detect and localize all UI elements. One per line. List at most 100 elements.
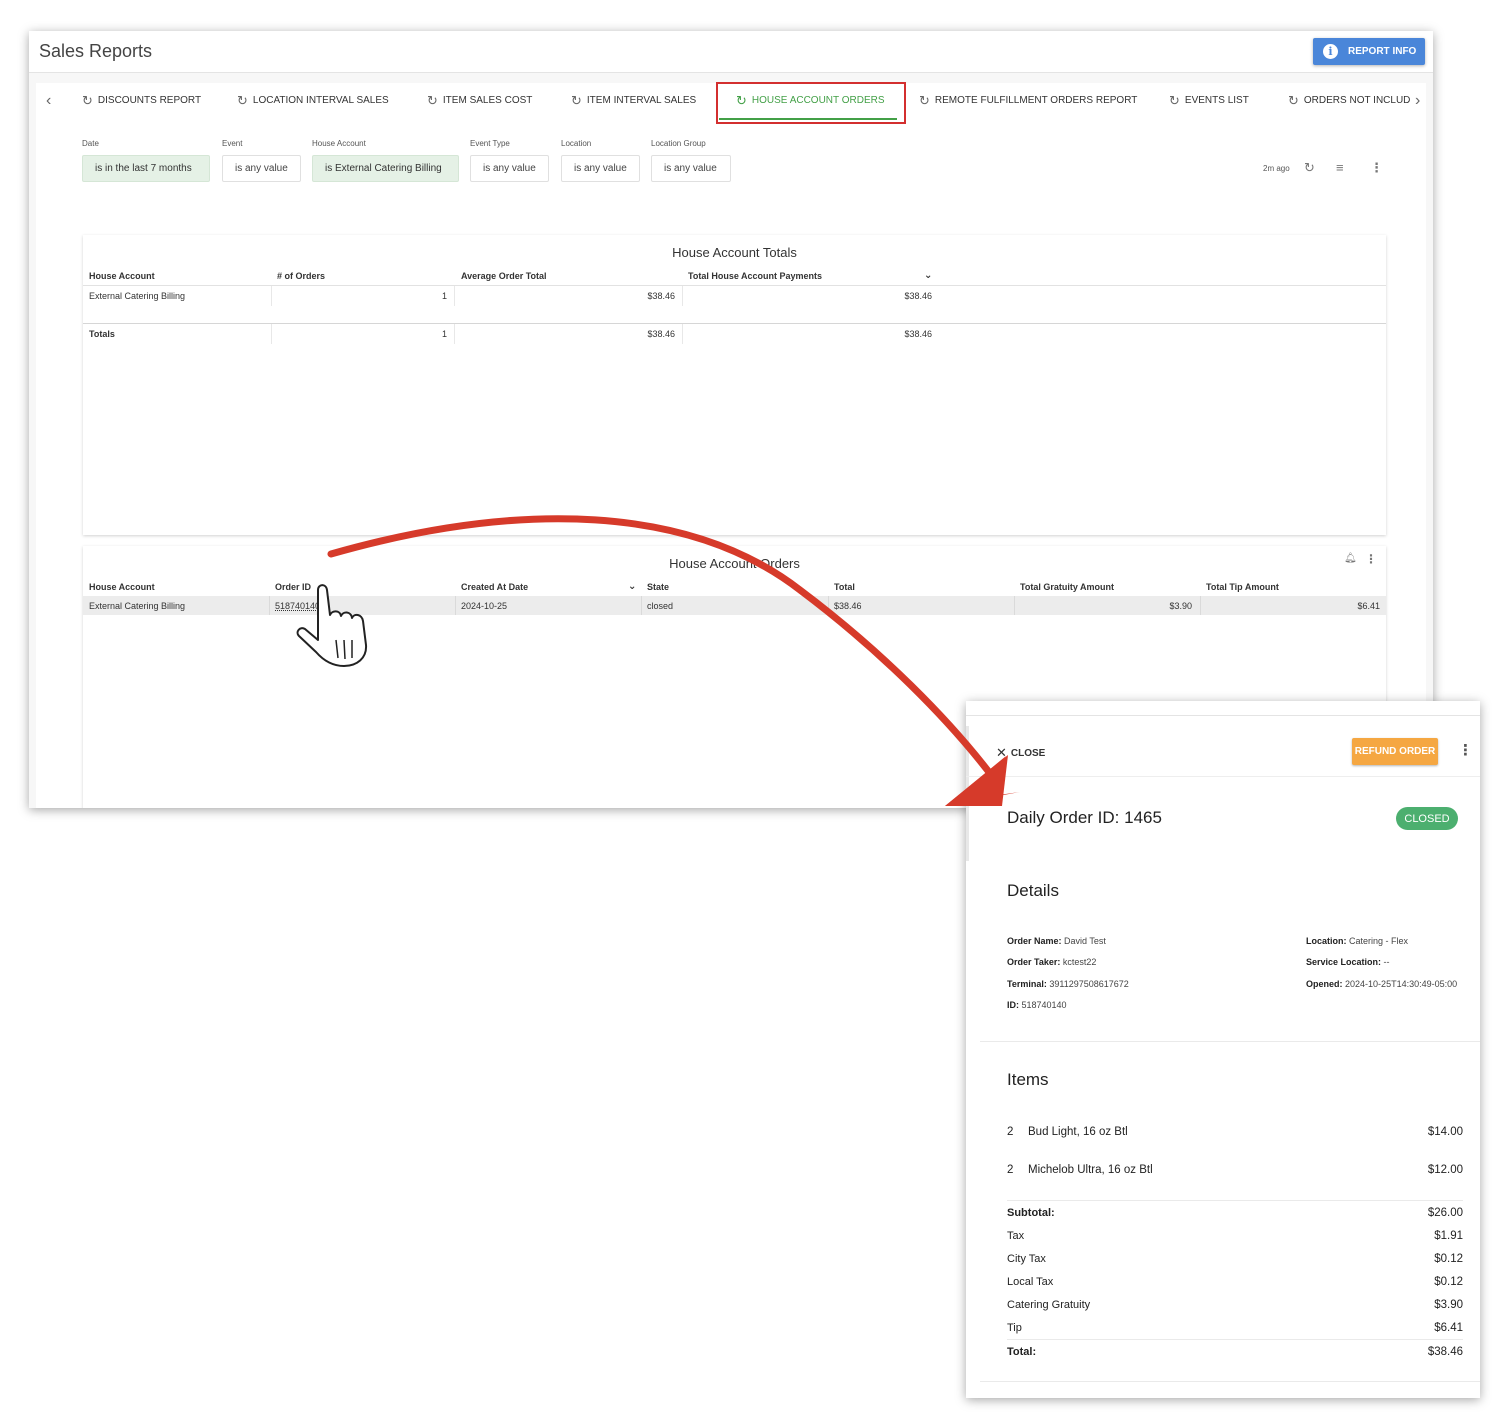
item-amount: $12.00 <box>1427 1164 1463 1176</box>
column-header[interactable]: Total House Account Payments <box>688 271 822 281</box>
filter-event[interactable]: is any value <box>222 155 301 182</box>
filter-label-event: Event <box>222 139 243 148</box>
tab-label: ORDERS NOT INCLUD <box>1303 95 1411 106</box>
house-account-totals-card: House Account Totals House Account # of … <box>83 235 1386 535</box>
totals-label: Totals <box>89 329 115 339</box>
column-divider <box>455 596 456 615</box>
close-label: CLOSE <box>1010 747 1046 759</box>
sync-icon: ↻ <box>571 92 582 108</box>
table-cell: $38.46 <box>647 291 675 301</box>
column-divider <box>1200 596 1201 615</box>
info-icon: i <box>1323 44 1338 59</box>
refund-order-button[interactable]: REFUND ORDER <box>1352 738 1438 765</box>
item-name: Michelob Ultra, 16 oz Btl <box>1028 1164 1153 1176</box>
column-header[interactable]: State <box>647 582 669 592</box>
more-options-icon[interactable]: ⋮ <box>1458 741 1473 759</box>
more-options-icon[interactable]: ⋮ <box>1365 552 1377 566</box>
tabs-scroll-left-icon[interactable]: ‹ <box>46 92 51 110</box>
filter-house-account[interactable]: is External Catering Billing <box>312 155 459 182</box>
table-cell: $38.46 <box>904 329 932 339</box>
order-id-link[interactable]: 518740140 <box>275 601 320 611</box>
detail-location: Location: Catering - Flex <box>1306 936 1409 946</box>
report-info-label: REPORT INFO <box>1348 46 1417 57</box>
tab-discounts-report[interactable]: ↻ DISCOUNTS REPORT <box>82 94 201 107</box>
filter-location[interactable]: is any value <box>561 155 640 182</box>
filter-label-house-account: House Account <box>312 139 366 148</box>
tab-label: EVENTS LIST <box>1184 95 1249 106</box>
filter-icon[interactable]: ≡ <box>1336 160 1344 175</box>
column-header[interactable]: House Account <box>89 271 155 281</box>
summary-label: Local Tax <box>1007 1276 1054 1288</box>
report-info-button[interactable]: i REPORT INFO <box>1313 38 1425 65</box>
table-cell: $38.46 <box>647 329 675 339</box>
detail-service-location: Service Location: -- <box>1306 957 1390 967</box>
column-header[interactable]: Order ID <box>275 582 311 592</box>
filter-label-event-type: Event Type <box>470 139 510 148</box>
detail-order-taker: Order Taker: kctest22 <box>1007 957 1097 967</box>
table-cell: External Catering Billing <box>89 601 186 611</box>
column-header[interactable]: Total <box>834 582 855 592</box>
summary-label: Total: <box>1007 1346 1037 1358</box>
tab-label: ITEM INTERVAL SALES <box>586 95 697 106</box>
filter-date[interactable]: is in the last 7 months <box>82 155 210 182</box>
summary-amount: $1.91 <box>1434 1230 1463 1242</box>
report-content: ‹ ↻ DISCOUNTS REPORT ↻ LOCATION INTERVAL S… <box>36 82 1426 808</box>
last-updated-text: 2m ago <box>1263 164 1290 173</box>
tab-remote-fulfillment-orders-report[interactable]: ↻ REMOTE FULFILLMENT ORDERS REPORT <box>919 92 1138 108</box>
detail-order-name: Order Name: David Test <box>1007 936 1106 946</box>
item-amount: $14.00 <box>1427 1126 1463 1138</box>
table-cell: $3.90 <box>1169 601 1192 611</box>
summary-label: Catering Gratuity <box>1007 1299 1091 1311</box>
sales-reports-window: Sales Reports i REPORT INFO ‹ ↻ DISCOUNTS… <box>29 31 1433 808</box>
item-quantity: 2 <box>1007 1126 1014 1138</box>
item-quantity: 2 <box>1007 1164 1014 1176</box>
table-cell: closed <box>647 601 674 611</box>
filter-label-location-group: Location Group <box>651 139 706 148</box>
close-button[interactable]: ✕ CLOSE <box>996 745 1045 761</box>
tabs-scroll-right-icon[interactable]: › <box>1415 92 1420 110</box>
summary-amount: $6.41 <box>1434 1322 1463 1334</box>
sort-desc-icon[interactable]: ⌄ <box>628 581 636 592</box>
sort-desc-icon[interactable]: ⌄ <box>924 270 932 281</box>
details-heading: Details <box>1007 881 1059 900</box>
table-cell: 1 <box>441 291 447 301</box>
detail-id: ID: 518740140 <box>1007 1000 1067 1010</box>
section-divider <box>980 1041 1480 1042</box>
column-header[interactable]: # of Orders <box>277 271 325 281</box>
column-divider <box>269 596 270 615</box>
column-divider <box>828 596 829 615</box>
alert-bell-icon[interactable]: 🔔︎ <box>1344 553 1357 564</box>
sync-icon: ↻ <box>1288 92 1299 108</box>
column-header[interactable]: Average Order Total <box>461 271 547 281</box>
column-header[interactable]: Total Tip Amount <box>1206 582 1279 592</box>
app-header: Sales Reports i REPORT INFO <box>29 31 1433 73</box>
sync-icon: ↻ <box>919 92 930 108</box>
active-tab-highlight-box <box>716 82 906 124</box>
summary-amount: $0.12 <box>1434 1276 1463 1288</box>
tab-location-interval-sales[interactable]: ↻ LOCATION INTERVAL SALES <box>237 94 389 107</box>
filter-location-group[interactable]: is any value <box>651 155 731 182</box>
tab-item-interval-sales[interactable]: ↻ ITEM INTERVAL SALES <box>571 92 697 108</box>
table-cell: 2024-10-25 <box>461 601 508 611</box>
refresh-icon[interactable]: ↻ <box>1304 160 1315 176</box>
column-divider <box>271 286 272 306</box>
table-cell: $38.46 <box>834 601 862 611</box>
column-header[interactable]: Created At Date <box>461 582 528 592</box>
column-header[interactable]: Total Gratuity Amount <box>1020 582 1114 592</box>
table-cell: 1 <box>441 329 447 339</box>
summary-label: Subtotal: <box>1007 1207 1055 1219</box>
status-badge: CLOSED <box>1396 807 1458 830</box>
tab-item-sales-cost[interactable]: ↻ ITEM SALES COST <box>427 94 532 107</box>
card-title: House Account Totals <box>672 245 797 260</box>
column-divider <box>682 324 683 344</box>
tab-label: REMOTE FULFILLMENT ORDERS REPORT <box>934 95 1138 106</box>
tab-events-list[interactable]: ↻ EVENTS LIST <box>1169 94 1249 107</box>
report-tabs: ‹ ↻ DISCOUNTS REPORT ↻ LOCATION INTERVAL S… <box>36 82 1426 124</box>
more-options-icon[interactable]: ⋮ <box>1370 160 1383 176</box>
column-header[interactable]: House Account <box>89 582 155 592</box>
summary-amount: $38.46 <box>1427 1346 1463 1358</box>
summary-amount: $3.90 <box>1434 1299 1463 1311</box>
filter-event-type[interactable]: is any value <box>470 155 549 182</box>
column-divider <box>271 324 272 344</box>
tab-orders-not-included[interactable]: ↻ ORDERS NOT INCLUD <box>1288 92 1411 108</box>
